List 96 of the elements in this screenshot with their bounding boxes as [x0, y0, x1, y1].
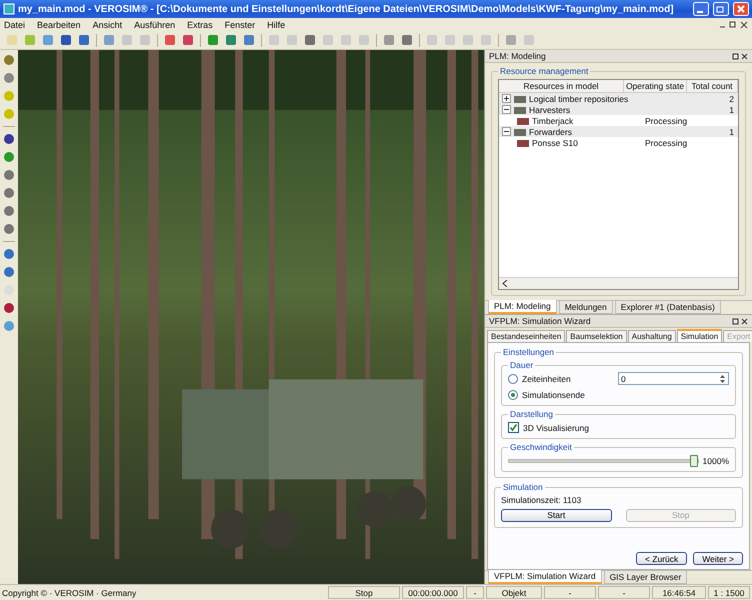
- panel-tab[interactable]: VFPLM: Simulation Wizard: [488, 570, 602, 584]
- toolbar-icon[interactable]: [225, 34, 237, 46]
- radio-button[interactable]: [508, 390, 518, 400]
- status-cell: -: [544, 586, 596, 599]
- menu-item[interactable]: Extras: [187, 20, 213, 30]
- tree-row[interactable]: Forwarders 1: [499, 126, 738, 137]
- toolbar-icon[interactable]: [60, 34, 72, 46]
- expander-icon[interactable]: [502, 105, 511, 114]
- menu-item[interactable]: Fenster: [224, 20, 256, 30]
- panel-title: VFPLM: Simulation Wizard: [489, 316, 591, 326]
- status-cell: 00:00:00.000: [402, 586, 464, 599]
- menu-item[interactable]: Hilfe: [267, 20, 286, 30]
- speed-slider[interactable]: [508, 454, 699, 467]
- tree-row[interactable]: Ponsse S10 Processing: [499, 137, 738, 148]
- state-text: Processing: [645, 116, 688, 126]
- child-window-controls-icon[interactable]: [718, 20, 748, 28]
- start-button[interactable]: Start: [501, 508, 612, 522]
- group-label: Simulation: [502, 482, 544, 492]
- column-header[interactable]: Resources in model: [499, 80, 624, 92]
- radio-label: Simulationsende: [522, 390, 586, 400]
- panel-tab[interactable]: Meldungen: [558, 301, 613, 314]
- count-text: 1: [729, 104, 734, 114]
- tree-label: Forwarders: [529, 126, 572, 136]
- speed-reading: 1000%: [702, 456, 729, 466]
- number-field[interactable]: 0: [618, 372, 729, 385]
- copyright-text: Copyright © · VEROSIM · Germany: [2, 588, 136, 598]
- slider-thumb[interactable]: [690, 455, 698, 467]
- toolbar-icon[interactable]: [3, 302, 15, 314]
- group-label: Darstellung: [509, 409, 554, 419]
- panel-title: PLM: Modeling: [489, 51, 546, 61]
- toolbar-icon[interactable]: [182, 34, 194, 46]
- tree-row[interactable]: Harvesters 1: [499, 104, 738, 115]
- menu-item[interactable]: Bearbeiten: [37, 20, 81, 30]
- toolbar-icon[interactable]: [304, 34, 316, 46]
- tree-row[interactable]: Timberjack Processing: [499, 115, 738, 126]
- close-icon[interactable]: [733, 2, 749, 16]
- toolbar-icon[interactable]: [78, 34, 90, 46]
- expander-icon[interactable]: [502, 127, 511, 136]
- menu-item[interactable]: Ausführen: [134, 20, 176, 30]
- minimize-icon[interactable]: [693, 2, 709, 16]
- toolbar-icon[interactable]: [3, 266, 15, 278]
- status-cell: Stop: [328, 586, 400, 599]
- panel-tab[interactable]: PLM: Modeling: [488, 300, 557, 314]
- menu-item[interactable]: Ansicht: [92, 20, 122, 30]
- group-label: Resource management: [499, 66, 590, 76]
- checkbox[interactable]: [508, 422, 519, 433]
- restore-icon[interactable]: [713, 2, 729, 16]
- group-label: Dauer: [509, 360, 534, 370]
- radio-button[interactable]: [508, 374, 518, 384]
- wizard-tab[interactable]: Aushaltung: [628, 330, 676, 342]
- wizard-tab[interactable]: Bestandeseinheiten: [487, 330, 566, 342]
- panel-tab[interactable]: Explorer #1 (Datenbasis): [614, 301, 721, 314]
- status-cell: -: [466, 586, 484, 599]
- panel-tab[interactable]: GIS Layer Browser: [604, 571, 688, 584]
- status-cell: -: [598, 586, 650, 599]
- tree-label: Timberjack: [532, 116, 574, 126]
- count-text: 2: [729, 94, 734, 104]
- app-icon: [3, 3, 15, 15]
- expander-icon[interactable]: [502, 94, 511, 103]
- scroll-left-icon[interactable]: [502, 280, 508, 287]
- spinner-arrows-icon[interactable]: [719, 374, 726, 384]
- tree-label: Logical timber repositories: [529, 94, 628, 104]
- panel-controls-icon[interactable]: [732, 318, 748, 324]
- back-button[interactable]: < Zurück: [636, 552, 688, 565]
- column-header[interactable]: Total count: [687, 80, 738, 92]
- tree-label: Harvesters: [529, 104, 570, 114]
- group-label: Geschwindigkeit: [509, 442, 573, 452]
- state-text: Processing: [645, 138, 688, 148]
- panel-controls-icon[interactable]: [732, 52, 748, 60]
- menu-item[interactable]: Datei: [4, 20, 26, 30]
- wizard-tab[interactable]: Baumselektion: [566, 330, 627, 342]
- next-button[interactable]: Weiter >: [693, 552, 743, 565]
- status-cell: 1 : 1500: [708, 586, 750, 599]
- toolbar-icon[interactable]: [164, 34, 176, 46]
- status-cell: 16:46:54: [652, 586, 706, 599]
- status-cell: Objekt: [486, 586, 542, 599]
- radio-label: Zeiteinheiten: [522, 374, 572, 384]
- toolbar-icon[interactable]: [3, 54, 15, 66]
- toolbar-icon[interactable]: [3, 187, 15, 199]
- column-header[interactable]: Operating state: [624, 80, 687, 92]
- wizard-tab[interactable]: Simulation: [676, 329, 722, 342]
- checkbox-label: 3D Visualisierung: [523, 422, 590, 432]
- simulation-time: Simulationszeit: 1103: [501, 495, 582, 505]
- toolbar-icon[interactable]: [401, 34, 413, 46]
- count-text: 1: [729, 126, 734, 136]
- toolbar-icon[interactable]: [3, 169, 15, 181]
- toolbar-icon[interactable]: [3, 248, 15, 260]
- toolbar-icon[interactable]: [243, 34, 255, 46]
- tree-row[interactable]: Logical timber repositories 2: [499, 93, 738, 104]
- group-label: Einstellungen: [502, 347, 556, 357]
- toolbar-icon[interactable]: [3, 223, 15, 235]
- tree-label: Ponsse S10: [532, 138, 578, 148]
- window-title: my_main.mod - VEROSIM® - [C:\Dokumente und Einstellungen\kordt\Eigene Dateien\VEROSIM\Demo\Models\KWF-Tagung\my_main.mod]: [18, 4, 674, 14]
- toolbar-icon[interactable]: [3, 133, 15, 145]
- toolbar-icon[interactable]: [3, 205, 15, 217]
- horizontal-scrollbar[interactable]: [499, 277, 738, 289]
